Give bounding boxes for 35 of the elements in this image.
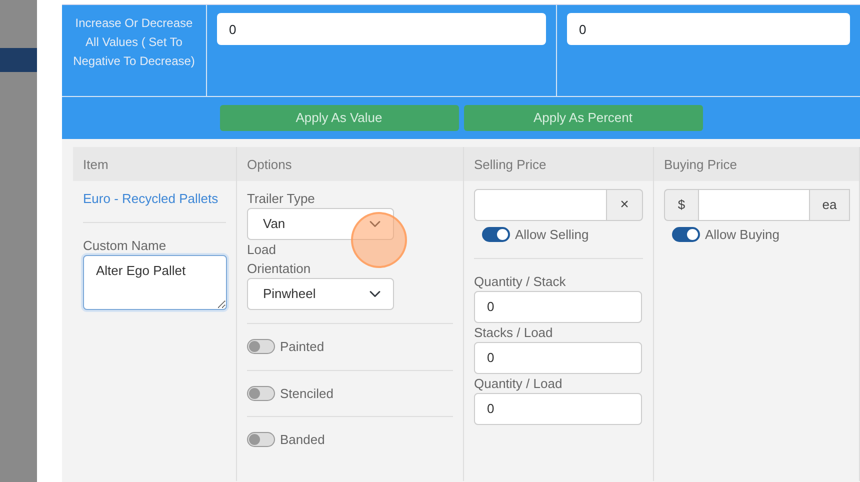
- custom-name-field[interactable]: Alter Ego Pallet: [83, 254, 227, 310]
- currency-addon: $: [664, 189, 698, 221]
- column-header: Options: [237, 147, 464, 181]
- adjust-label: Increase Or Decrease All Values ( Set To Negative To Decrease): [62, 5, 207, 96]
- toggle-switch[interactable]: [482, 227, 510, 242]
- toggle-switch[interactable]: [672, 227, 700, 242]
- column-header: Buying Price: [654, 147, 860, 181]
- value-input[interactable]: 0: [567, 13, 850, 45]
- toggle-switch[interactable]: [247, 339, 275, 354]
- toggle-label: Stenciled: [280, 384, 334, 402]
- toggle-label: Painted: [280, 338, 324, 356]
- selected-item-highlight: [0, 48, 37, 72]
- field-label: Quantity / Load: [474, 374, 564, 392]
- column-header: Item: [73, 147, 237, 181]
- field-label: Load Orientation: [247, 241, 312, 278]
- clear-button[interactable]: ×: [607, 189, 643, 221]
- dropdown[interactable]: Van: [247, 208, 394, 240]
- field-label: Quantity / Stack: [474, 272, 567, 290]
- value-input[interactable]: 0: [217, 13, 546, 45]
- dropdown[interactable]: Pinwheel: [247, 278, 394, 310]
- field-label: Trailer Type: [247, 190, 316, 208]
- toggle-label: Allow Selling: [515, 226, 589, 244]
- column-header: Selling Price: [464, 147, 654, 181]
- field-label: Stacks / Load: [474, 324, 554, 342]
- toggle-switch[interactable]: [247, 386, 275, 401]
- toggle-label: Banded: [280, 431, 325, 449]
- quantity-input[interactable]: 0: [474, 392, 642, 424]
- quantity-input[interactable]: 0: [474, 290, 642, 322]
- unit-addon: ea: [810, 189, 850, 221]
- quantity-input[interactable]: 0: [474, 342, 642, 374]
- price-input[interactable]: [698, 189, 810, 221]
- price-input[interactable]: [474, 189, 607, 221]
- field-label: Custom Name: [83, 236, 168, 254]
- toggle-switch[interactable]: [247, 432, 275, 448]
- toggle-label: Allow Buying: [705, 226, 780, 244]
